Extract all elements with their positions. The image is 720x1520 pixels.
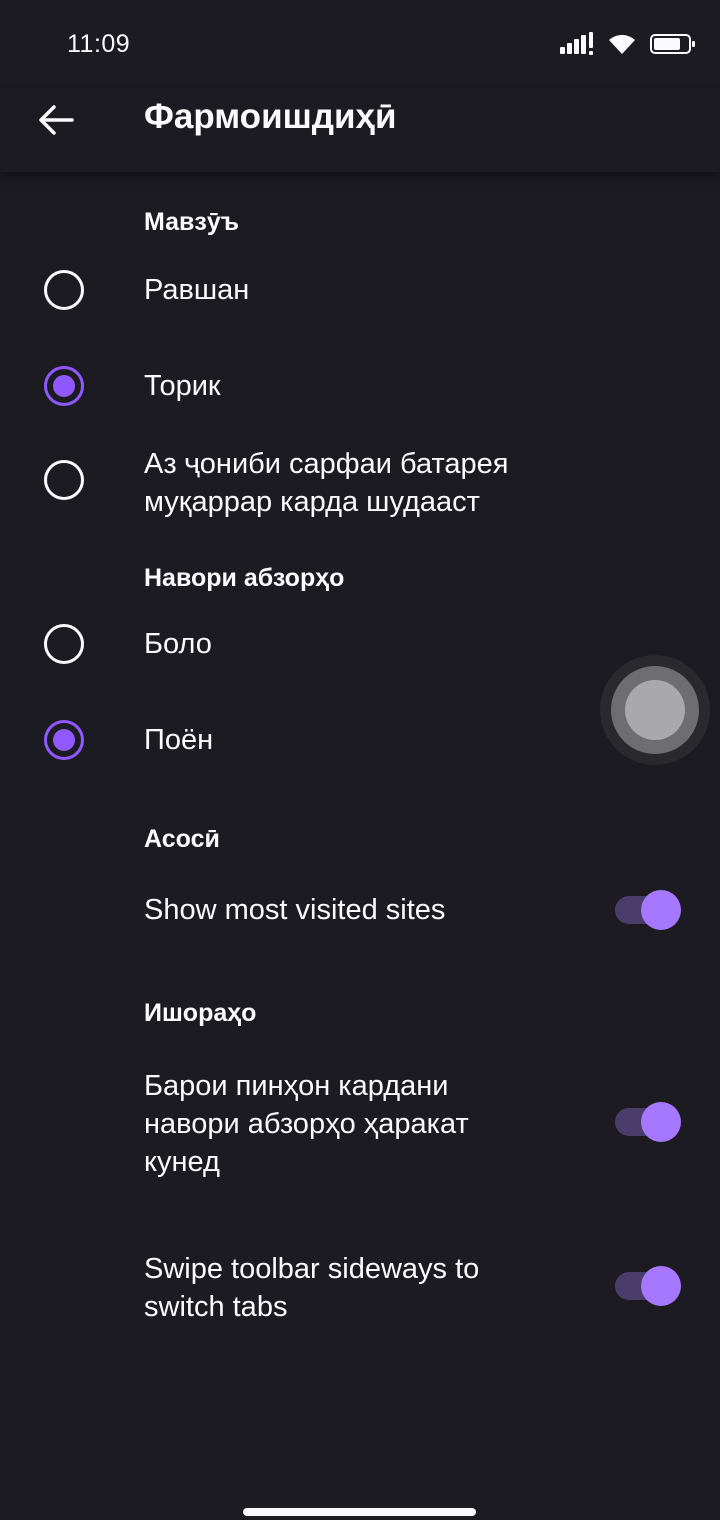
setting-show-most-visited[interactable]: Show most visited sites: [0, 870, 720, 950]
assistive-touch-button[interactable]: [600, 655, 710, 765]
theme-option-label-line2: муқаррар карда шудааст: [144, 486, 480, 518]
theme-option-label: Торик: [144, 370, 221, 402]
setting-swipe-toolbar-switch-tabs[interactable]: Swipe toolbar sideways to switch tabs: [0, 1240, 720, 1340]
home-indicator[interactable]: [243, 1508, 476, 1516]
arrow-left-icon: [39, 105, 74, 135]
section-toolbar-header: Навори абзорҳо: [144, 564, 345, 592]
section-theme-header: Мавзӯъ: [144, 208, 239, 236]
toolbar-option-label: Поён: [144, 724, 214, 756]
setting-label-line2: switch tabs: [144, 1291, 288, 1323]
toggle-switch[interactable]: [615, 1100, 681, 1144]
setting-label-line1: Swipe toolbar sideways to: [144, 1253, 480, 1285]
radio-button[interactable]: [44, 460, 84, 500]
section-general-header: Асосӣ: [144, 825, 220, 853]
radio-button[interactable]: [44, 624, 84, 664]
toggle-thumb: [641, 1266, 681, 1306]
page-title: Фармоишдиҳӣ: [144, 97, 397, 136]
theme-option-dark[interactable]: Торик: [0, 346, 720, 426]
theme-option-light[interactable]: Равшан: [0, 250, 720, 330]
signal-icon: [560, 32, 593, 55]
radio-button[interactable]: [44, 270, 84, 310]
assistive-touch-core: [625, 680, 685, 740]
app-bar: Фармоишдиҳӣ: [0, 88, 720, 172]
toggle-switch[interactable]: [615, 1264, 681, 1308]
setting-label-line1: Барои пинҳон кардани: [144, 1070, 449, 1102]
status-icons: [560, 28, 696, 60]
toolbar-option-label: Боло: [144, 628, 212, 660]
radio-button-checked[interactable]: [44, 720, 84, 760]
theme-option-label-line1: Аз ҷониби сарфаи батарея: [144, 448, 509, 480]
setting-label-line2: навори абзорҳо ҳаракат: [144, 1108, 469, 1140]
toolbar-option-top[interactable]: Боло: [0, 604, 720, 684]
setting-scroll-to-hide-toolbar[interactable]: Барои пинҳон кардани навори абзорҳо ҳара…: [0, 1060, 720, 1190]
theme-option-label: Равшан: [144, 274, 250, 306]
setting-label: Show most visited sites: [144, 894, 446, 926]
status-time: 11:09: [67, 30, 131, 58]
toggle-switch[interactable]: [615, 888, 681, 932]
section-gestures-header: Ишораҳо: [144, 999, 257, 1027]
status-bar: 11:09: [0, 0, 720, 88]
battery-icon: [650, 34, 695, 54]
wifi-icon: [609, 34, 635, 54]
back-button[interactable]: [30, 94, 82, 146]
theme-option-battery-saver[interactable]: Аз ҷониби сарфаи батарея муқаррар карда …: [0, 440, 720, 524]
setting-label-line3: кунед: [144, 1146, 220, 1178]
toggle-thumb: [641, 1102, 681, 1142]
toggle-thumb: [641, 890, 681, 930]
radio-button-checked[interactable]: [44, 366, 84, 406]
